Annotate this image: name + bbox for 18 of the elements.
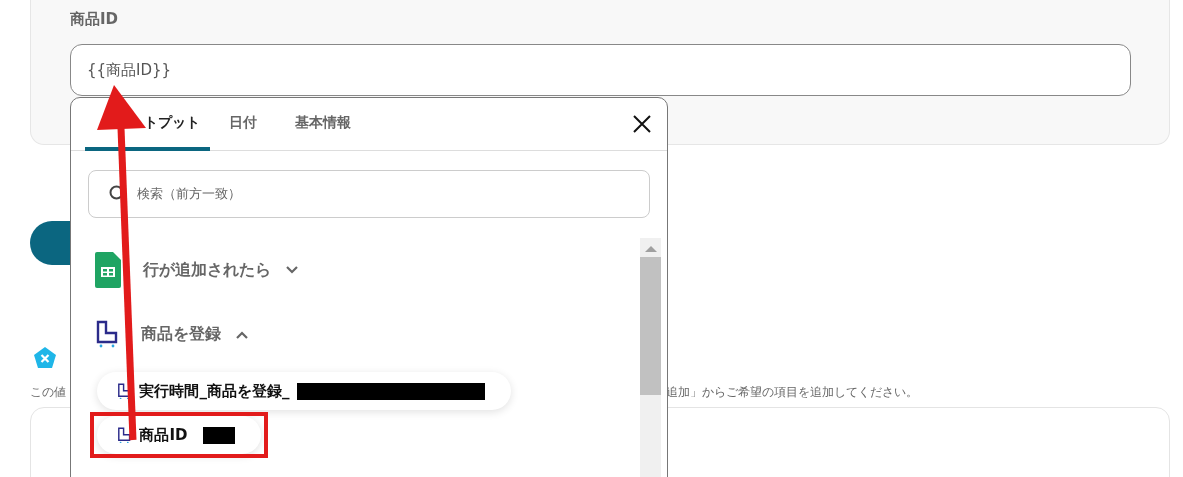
basket-icon (117, 426, 132, 444)
description-text: この値 (30, 383, 66, 401)
tab[interactable]: 基本情報 (276, 98, 370, 151)
output-item[interactable]: 商品ID (97, 416, 262, 454)
input-field[interactable]: {{商品ID}} (70, 44, 1131, 96)
pentagon-icon (33, 345, 57, 369)
chevron-icon[interactable] (235, 329, 249, 339)
group-title[interactable]: 行が追加されたら (143, 259, 271, 281)
field-label: 商品ID (70, 10, 120, 30)
basket-icon (95, 320, 119, 348)
spreadsheet-icon (95, 252, 121, 288)
search-field[interactable]: 検索（前方一致） (88, 170, 650, 218)
chevron-icon[interactable] (285, 265, 299, 275)
close-icon[interactable] (633, 115, 651, 133)
output-item[interactable]: 実行時間_商品を登録_ (97, 372, 512, 410)
scrollbar[interactable] (640, 238, 661, 477)
tab[interactable]: 日付 (210, 98, 276, 151)
group-title[interactable]: 商品を登録 (141, 323, 221, 345)
